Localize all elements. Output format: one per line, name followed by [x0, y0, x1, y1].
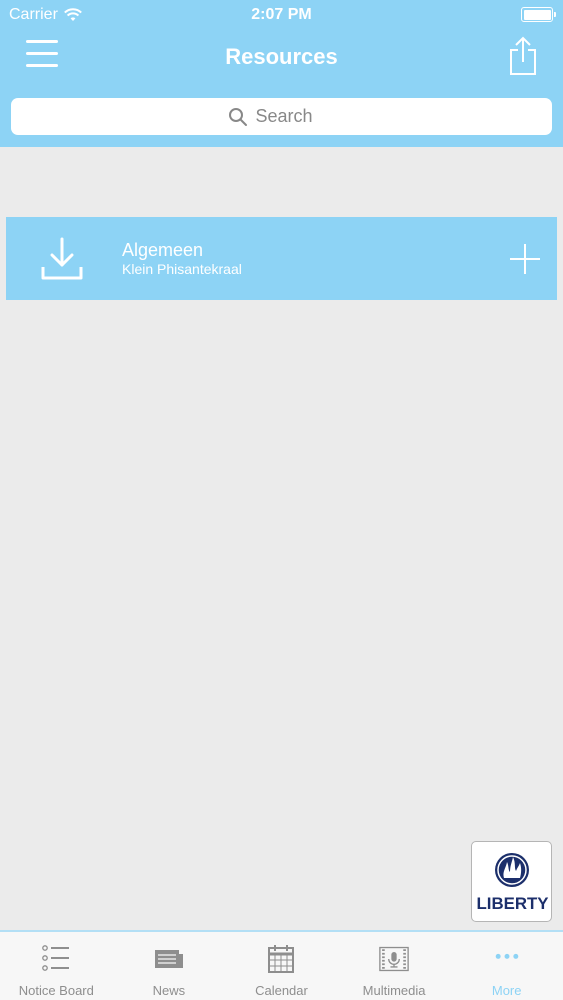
add-icon[interactable] [509, 243, 541, 275]
status-time: 2:07 PM [251, 6, 312, 23]
tab-label: Calendar [255, 983, 308, 998]
multimedia-icon [379, 946, 409, 972]
tab-label: News [152, 983, 186, 998]
tab-multimedia[interactable]: Multimedia [338, 932, 451, 1000]
battery-icon [521, 7, 556, 22]
share-icon[interactable] [507, 36, 539, 76]
tab-label: Multimedia [362, 983, 426, 998]
tab-label: More [491, 983, 522, 998]
sponsor-name: LIBERTY [477, 894, 550, 913]
list-icon [42, 945, 70, 971]
page-title: Resources [225, 44, 338, 69]
resource-subtitle: Klein Phisantekraal [122, 261, 242, 277]
download-icon [41, 237, 83, 280]
tab-calendar[interactable]: Calendar [225, 932, 338, 1000]
search-input[interactable] [255, 106, 336, 127]
more-icon [495, 953, 518, 959]
sponsor-name-text: LIBERTY [477, 894, 550, 913]
header: Carrier 2:07 PM Resources [0, 0, 563, 147]
liberty-logo-icon [495, 853, 529, 887]
resource-item-algemeen[interactable]: Algemeen Klein Phisantekraal [6, 217, 557, 300]
tab-news[interactable]: News [113, 932, 226, 1000]
calendar-icon [268, 945, 295, 973]
tab-label: Notice Board [18, 983, 94, 998]
news-icon [154, 950, 183, 968]
tab-notice-board[interactable]: Notice Board [0, 932, 113, 1000]
sponsor-logo[interactable]: LIBERTY [471, 841, 552, 922]
resource-title: Algemeen [122, 240, 204, 260]
search-bar[interactable] [11, 98, 552, 135]
tab-more[interactable]: More [450, 932, 563, 1000]
hamburger-icon [26, 40, 58, 43]
navigation-bar: Resources [0, 30, 563, 88]
tab-bar: Notice Board News Calendar Multimedia Mo… [0, 930, 563, 1000]
status-bar: Carrier 2:07 PM [0, 0, 563, 30]
search-icon [228, 107, 247, 126]
